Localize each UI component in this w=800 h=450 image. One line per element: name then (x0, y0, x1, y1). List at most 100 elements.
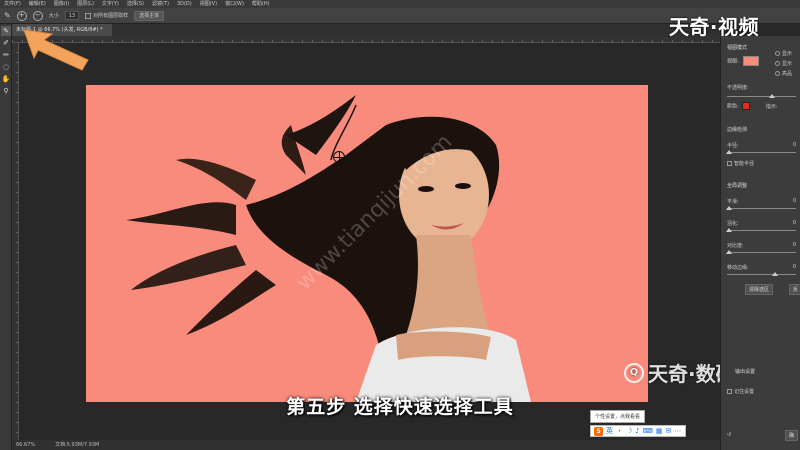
radio-icon (775, 61, 780, 66)
ime-grid-icon[interactable]: ▦ (656, 427, 663, 435)
feather-label: 羽化: (727, 221, 739, 227)
quick-selection-tool-icon[interactable]: ✎ (1, 26, 11, 36)
contrast-value[interactable]: 0 (793, 242, 796, 248)
lasso-tool-icon[interactable]: ◌ (1, 62, 11, 72)
menu-item-help[interactable]: 帮助(H) (252, 0, 270, 8)
global-refinements-heading[interactable]: 全局调整 (727, 182, 796, 189)
shift-edge-slider[interactable] (727, 274, 796, 275)
menu-item-filter[interactable]: 滤镜(T) (152, 0, 169, 8)
ok-button[interactable]: 确 (785, 430, 799, 441)
color-swatch[interactable] (742, 102, 751, 110)
add-to-selection-icon[interactable]: + (16, 10, 27, 21)
hand-tool-icon[interactable]: ✋ (1, 74, 11, 84)
menu-item-file[interactable]: 文件(F) (4, 0, 21, 8)
ime-mail-icon[interactable]: ✉ (665, 427, 671, 435)
menu-item-image[interactable]: 图像(I) (54, 0, 69, 8)
smooth-slider[interactable] (727, 208, 796, 209)
edge-detection-heading[interactable]: 边缘检测 (727, 126, 796, 133)
portrait-photo (126, 95, 531, 402)
show-edge-option[interactable]: 显示 (775, 50, 796, 57)
show-edge-label: 显示 (782, 51, 793, 57)
radius-slider[interactable] (727, 152, 796, 153)
contrast-slider[interactable] (727, 252, 796, 253)
ime-keyboard-icon[interactable]: ⌨ (643, 427, 653, 435)
checkbox-icon (727, 161, 732, 166)
menu-item-view[interactable]: 视图(V) (200, 0, 217, 8)
document-canvas[interactable] (86, 85, 648, 402)
sogou-logo-icon[interactable]: S (594, 426, 603, 436)
brush-cursor-icon (333, 151, 345, 163)
sample-all-layers-checkbox[interactable]: 对所有图层取样 (85, 12, 128, 19)
select-and-mask-properties-panel: 视图模式 视图: 显示 显示 高品 不透明度: 颜色: 指示: 边缘检测 半径:… (720, 36, 800, 450)
menu-item-window[interactable]: 窗口(W) (225, 0, 244, 8)
menu-item-3d[interactable]: 3D(D) (177, 0, 192, 8)
view-label: 视图: (727, 58, 739, 65)
feather-slider[interactable] (727, 230, 796, 231)
horizontal-ruler[interactable] (12, 36, 720, 43)
output-settings-heading[interactable]: 输出设置 (735, 368, 796, 375)
smart-radius-label: 智能半径 (734, 161, 755, 167)
opacity-slider[interactable] (727, 96, 796, 97)
brand-watermark-icon: Q (624, 362, 644, 383)
remember-settings-checkbox[interactable]: 记住设置 (727, 388, 796, 395)
shift-edge-value[interactable]: 0 (793, 264, 796, 270)
brand-watermark: Q 天奇·数码 (624, 358, 736, 387)
brush-size-field[interactable]: 13 (64, 11, 80, 20)
doc-size-info: 文档:5.93M/7.93M (55, 442, 100, 448)
radio-icon (775, 51, 780, 56)
smooth-value[interactable]: 0 (793, 198, 796, 204)
invert-button[interactable]: 反 (789, 284, 800, 295)
ime-punctuation-icon[interactable]: ・ (616, 426, 623, 436)
feather-slider-thumb[interactable] (726, 228, 732, 232)
ime-moon-icon[interactable]: ☽ (626, 427, 632, 435)
checkbox-icon (85, 12, 92, 19)
document-tab-bar: 未标题-1 @ 66.7% (头发, RGB/8#) * (12, 24, 720, 36)
feather-value[interactable]: 0 (793, 220, 796, 226)
opacity-slider-thumb[interactable] (769, 94, 775, 98)
annotation-arrow-icon (23, 29, 89, 71)
brush-tool-icon[interactable]: ✎ (4, 11, 11, 20)
contrast-label: 对比度: (727, 243, 744, 249)
shift-edge-label: 移动边缘: (727, 265, 749, 271)
radius-value[interactable]: 0 (793, 142, 796, 148)
contrast-slider-thumb[interactable] (726, 250, 732, 254)
tools-panel: ✎ ✐ ✏ ◌ ✋ ⚲ (0, 24, 12, 450)
menu-item-type[interactable]: 文字(Y) (102, 0, 119, 8)
color-row: 颜色: 指示: (727, 102, 796, 110)
subtract-from-selection-icon[interactable]: − (32, 10, 43, 21)
refine-edge-brush-icon[interactable]: ✐ (1, 38, 11, 48)
zoom-tool-icon[interactable]: ⚲ (1, 86, 11, 96)
ime-voice-icon[interactable]: ♪ (635, 427, 639, 435)
size-label: 大小 (48, 13, 59, 19)
vertical-ruler[interactable] (12, 43, 19, 440)
ime-more-icon[interactable]: ⋯ (674, 427, 681, 435)
menu-item-edit[interactable]: 编辑(E) (29, 0, 46, 8)
color-label: 颜色: (727, 103, 739, 110)
smooth-label: 平滑: (727, 199, 739, 205)
brush-tool-icon[interactable]: ✏ (1, 50, 11, 60)
zoom-level[interactable]: 66.67% (16, 440, 35, 450)
select-subject-button[interactable]: 选择主体 (134, 10, 165, 21)
menu-item-layer[interactable]: 图层(L) (77, 0, 94, 8)
ime-toolbar[interactable]: S 英 ・ ☽ ♪ ⌨ ▦ ✉ ⋯ (590, 425, 686, 437)
show-original-label: 显示 (782, 61, 793, 67)
checkbox-icon (727, 389, 732, 394)
view-thumbnail[interactable] (743, 56, 760, 66)
indicates-label: 指示: (765, 103, 778, 110)
radius-slider-thumb[interactable] (726, 150, 732, 154)
radius-label: 半径: (727, 143, 739, 149)
clear-selection-button[interactable]: 清除选区 (745, 284, 774, 295)
high-quality-option[interactable]: 高品 (775, 70, 796, 77)
remember-settings-label: 记住设置 (734, 389, 755, 395)
status-bar: 66.67% 文档:5.93M/7.93M (12, 440, 720, 450)
menu-bar: 文件(F) 编辑(E) 图像(I) 图层(L) 文字(Y) 选择(S) 滤镜(T… (0, 0, 800, 8)
menu-item-select[interactable]: 选择(S) (127, 0, 144, 8)
shift-edge-slider-thumb[interactable] (772, 272, 778, 276)
high-quality-label: 高品 (782, 71, 793, 77)
smooth-slider-thumb[interactable] (726, 206, 732, 210)
ime-language-icon[interactable]: 英 (606, 426, 613, 436)
radio-icon (775, 71, 780, 76)
smart-radius-checkbox[interactable]: 智能半径 (727, 160, 796, 167)
ime-tooltip: 个性设置，点我看看 (590, 410, 646, 423)
show-original-option[interactable]: 显示 (775, 60, 796, 67)
